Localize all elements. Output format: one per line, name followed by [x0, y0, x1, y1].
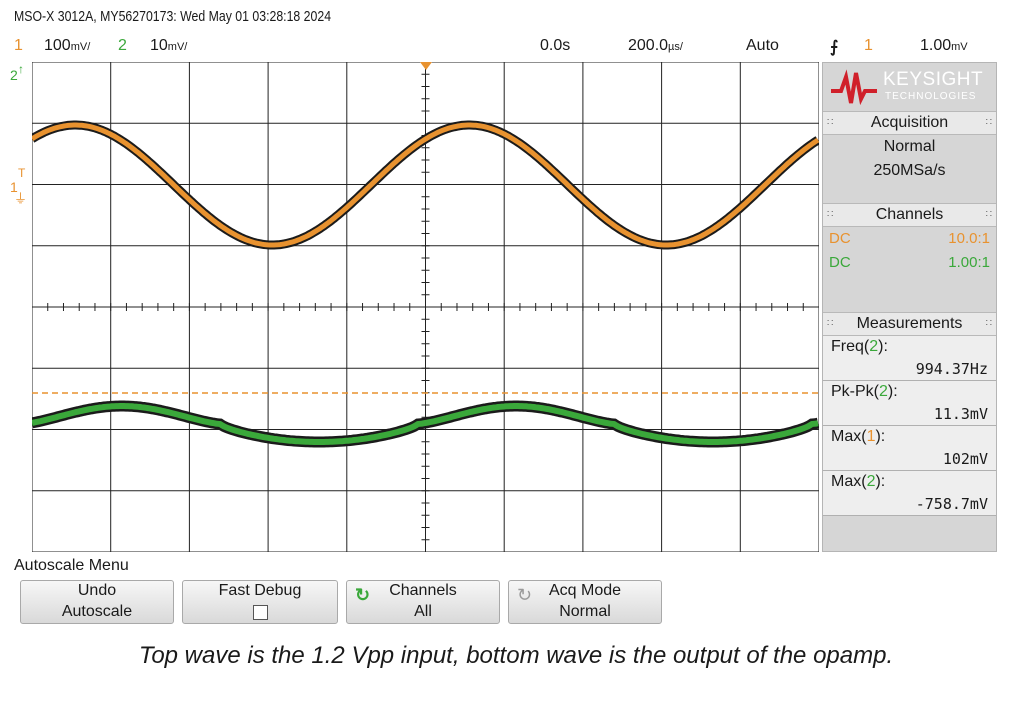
meas-4-label[interactable]: Max(2):	[823, 471, 996, 493]
trigger-position-marker[interactable]	[420, 62, 432, 70]
ch2-ground-marker[interactable]: 2	[10, 67, 18, 83]
grip-icon: ∷	[827, 117, 834, 128]
softkey-line2: Normal	[559, 603, 611, 620]
ch1-scale-value: 100	[44, 37, 71, 54]
waveform-svg	[32, 62, 819, 552]
grip-icon: ∷	[827, 318, 834, 329]
channels-header[interactable]: ∷ Channels ∷	[823, 203, 996, 227]
meas-1-value: 994.37Hz	[823, 358, 996, 381]
ground-symbol-icon: ⏚	[14, 191, 28, 206]
undo-autoscale-button[interactable]: Undo Autoscale	[20, 580, 174, 624]
window-title: MSO-X 3012A, MY56270173: Wed May 01 03:2…	[14, 8, 332, 25]
trigger-level-value: 1.00	[920, 37, 952, 54]
measurements-header[interactable]: ∷ Measurements ∷	[823, 312, 996, 336]
time-offset[interactable]: 0.0s	[540, 37, 570, 55]
measurements-header-label: Measurements	[856, 315, 963, 332]
meas-name: Max	[831, 473, 862, 490]
meas-name: Pk-Pk	[831, 383, 874, 400]
acq-rate: 250MSa/s	[873, 162, 946, 179]
measurement-list: Freq(2): 994.37Hz Pk-Pk(2): 11.3mV Max(1…	[823, 336, 996, 516]
side-panel: KEYSIGHT TECHNOLOGIES ∷ Acquisition ∷ No…	[822, 62, 997, 552]
acq-mode: Normal	[883, 138, 936, 155]
softkey-line1: Fast Debug	[218, 582, 302, 599]
meas-channel: 2	[879, 383, 888, 400]
softkey-line1: Undo	[77, 582, 117, 599]
ch1-scale-unit: mV/	[70, 41, 91, 53]
trigger-source[interactable]: 1	[864, 37, 873, 55]
meas-channel: 2	[866, 473, 876, 490]
grip-icon: ∷	[985, 209, 992, 220]
channel-row-1[interactable]: DC 10.0:1	[823, 227, 996, 251]
waveform-display[interactable]	[32, 62, 819, 552]
trigger-level[interactable]: 1.00mV	[920, 37, 968, 55]
ch2-scale-value: 10	[150, 37, 168, 54]
ch2-probe: 1.00:1	[948, 254, 990, 271]
acquisition-header-label: Acquisition	[870, 114, 949, 131]
timebase-unit: µs/	[668, 41, 683, 53]
ch1-probe: 10.0:1	[948, 230, 990, 247]
ch2-number[interactable]: 2	[118, 37, 127, 55]
trigger-mode[interactable]: Auto	[746, 37, 779, 55]
softkey-line1: Channels	[389, 582, 457, 599]
timebase[interactable]: 200.0µs/	[628, 37, 683, 55]
channel-markers: 2 ↑ T 1 ⏚	[0, 62, 32, 552]
brand-name: KEYSIGHT	[883, 69, 984, 90]
meas-3-label[interactable]: Max(1):	[823, 426, 996, 448]
meas-name: Max	[831, 428, 862, 445]
status-header: 1 100mV/ 2 10mV/ 0.0s 200.0µs/ Auto ⨍ 1 …	[0, 35, 1032, 59]
ch2-scale[interactable]: 10mV/	[150, 37, 187, 55]
softkey-line2: Autoscale	[61, 603, 133, 620]
channel-row-2[interactable]: DC 1.00:1	[823, 251, 996, 275]
trigger-level-marker[interactable]: T	[18, 166, 25, 180]
softkey-line1: Acq Mode	[548, 582, 622, 599]
acquisition-header[interactable]: ∷ Acquisition ∷	[823, 111, 996, 135]
timebase-value: 200.0	[628, 37, 669, 54]
grip-icon: ∷	[827, 209, 834, 220]
meas-channel: 2	[869, 338, 879, 355]
grip-icon: ∷	[985, 117, 992, 128]
trigger-level-unit: mV	[951, 41, 968, 53]
keysight-wave-icon	[831, 69, 877, 106]
grip-icon: ∷	[985, 318, 992, 329]
ch2-coupling: DC	[829, 254, 851, 271]
ch1-coupling: DC	[829, 230, 851, 247]
brand-sub: TECHNOLOGIES	[885, 91, 977, 102]
checkbox-icon[interactable]	[253, 605, 268, 620]
trigger-edge-icon: ⨍	[830, 39, 839, 56]
meas-3-value: 102mV	[823, 448, 996, 471]
meas-2-value: 11.3mV	[823, 403, 996, 426]
fast-debug-button[interactable]: Fast Debug	[182, 580, 338, 624]
figure-caption: Top wave is the 1.2 Vpp input, bottom wa…	[138, 642, 894, 669]
menu-title: Autoscale Menu	[14, 557, 129, 574]
ch2-scale-unit: mV/	[167, 41, 188, 53]
meas-name: Freq	[831, 338, 864, 355]
keysight-logo: KEYSIGHT TECHNOLOGIES	[823, 63, 996, 111]
ch2-up-arrow-icon: ↑	[18, 62, 24, 76]
channels-header-label: Channels	[875, 206, 944, 223]
ch1-scale[interactable]: 100mV/	[44, 37, 90, 55]
meas-2-label[interactable]: Pk-Pk(2):	[823, 381, 996, 403]
acq-mode-button[interactable]: ↻ Acq Mode Normal	[508, 580, 662, 624]
channels-all-button[interactable]: ↻ Channels All	[346, 580, 500, 624]
meas-channel: 1	[866, 428, 876, 445]
ch1-number[interactable]: 1	[14, 37, 23, 55]
meas-1-label[interactable]: Freq(2):	[823, 336, 996, 358]
softkey-line2: All	[414, 603, 432, 620]
meas-4-value: -758.7mV	[823, 493, 996, 516]
